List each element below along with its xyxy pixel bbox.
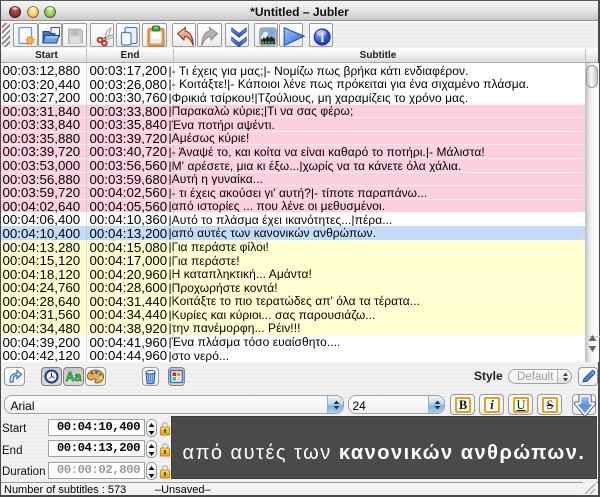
- svg-text:i: i: [320, 30, 324, 45]
- svg-text:Aa: Aa: [66, 370, 83, 384]
